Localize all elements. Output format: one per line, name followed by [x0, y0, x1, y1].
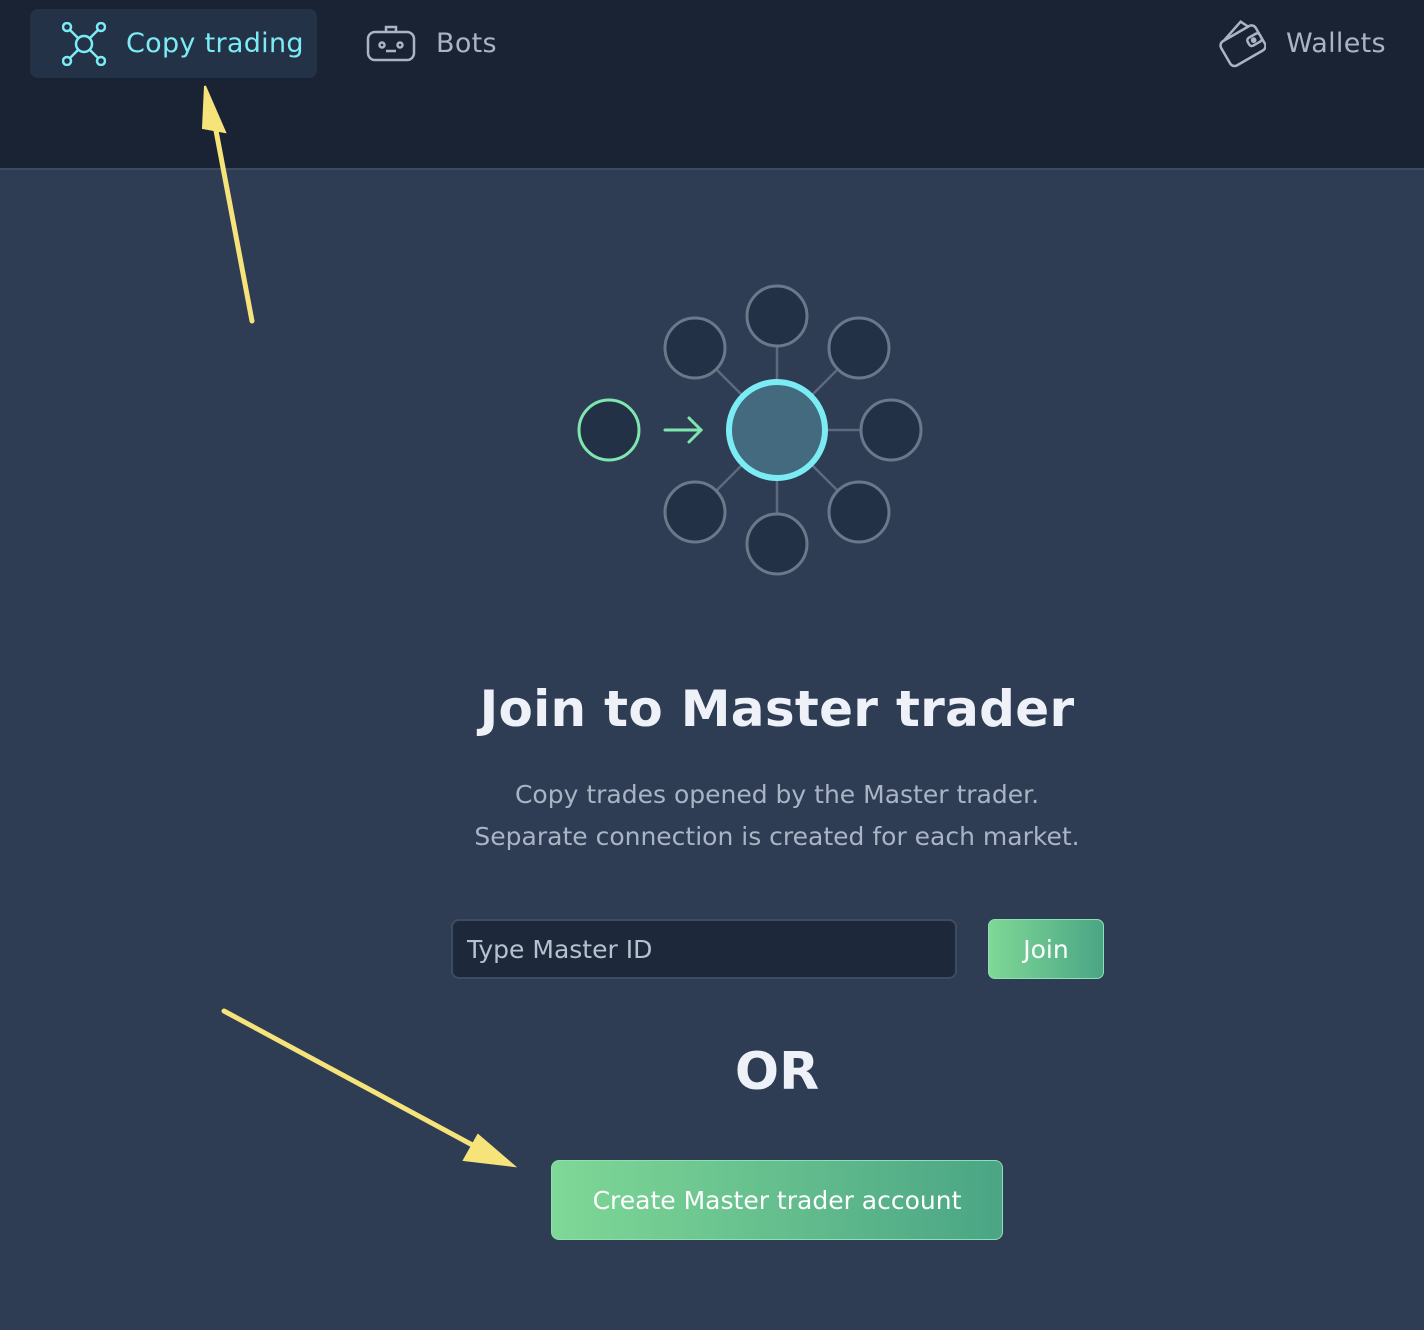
nav-bots[interactable]: Bots [366, 9, 497, 78]
wallet-icon [1218, 19, 1266, 68]
copy-trading-network-illustration [577, 284, 923, 576]
robot-icon [366, 24, 416, 64]
join-button[interactable]: Join [988, 919, 1104, 979]
top-navigation-bar: Copy trading Bots Wallets [0, 0, 1424, 170]
annotation-arrowhead-create-account [462, 1133, 518, 1168]
annotation-arrows [201, 85, 518, 1168]
nav-copy-trading[interactable]: Copy trading [30, 9, 317, 78]
nav-wallets[interactable]: Wallets [1218, 9, 1386, 78]
nav-copy-trading-label: Copy trading [126, 28, 304, 59]
or-divider-text: OR [734, 1042, 820, 1102]
nav-bots-label: Bots [436, 28, 497, 59]
create-master-trader-account-button[interactable]: Create Master trader account [551, 1160, 1003, 1240]
nav-wallets-label: Wallets [1286, 28, 1386, 59]
subtitle-line-2: Separate connection is created for each … [474, 822, 1080, 851]
page-title: Join to Master trader [479, 680, 1075, 738]
network-icon [62, 21, 106, 66]
subtitle-line-1: Copy trades opened by the Master trader. [514, 780, 1040, 809]
master-id-input[interactable] [451, 919, 957, 979]
